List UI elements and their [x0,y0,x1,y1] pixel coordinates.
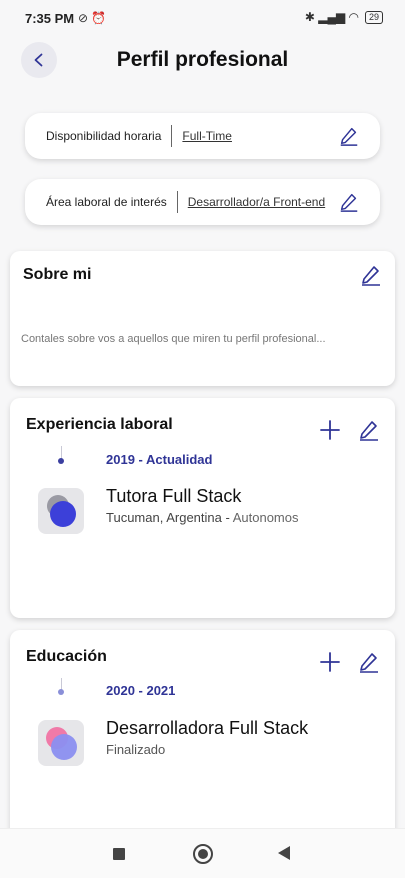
availability-value[interactable]: Full-Time [182,129,338,143]
education-period: 2020 - 2021 [106,683,176,698]
about-placeholder[interactable]: Contales sobre vos a aquellos que miren … [21,333,326,345]
timeline-dot [58,689,64,695]
experience-company: Autonomos [232,510,299,525]
pencil-icon[interactable] [338,125,360,147]
experience-separator: - [221,510,233,525]
page-title: Perfil profesional [116,48,289,71]
pencil-icon[interactable] [338,191,360,213]
status-bar: 7:35 PM ⊘ ⏰ ✱ ▂▄▆ ◠ 29 [0,0,405,36]
system-icons: ✱ ▂▄▆ ◠ 29 [305,10,383,24]
timeline-dot [58,458,64,464]
experience-location: Tucuman, Argentina [106,510,222,525]
school-logo-icon [46,727,77,760]
divider [176,191,178,213]
experience-role: Tutora Full Stack [106,486,242,506]
education-degree: Desarrolladora Full Stack [106,718,309,738]
experience-title: Experiencia laboral [26,416,173,433]
home-button[interactable] [193,844,213,864]
status-time: 7:35 PM [25,11,75,26]
work-area-value[interactable]: Desarrollador/a Front-end [188,195,338,209]
experience-card: Experiencia laboral 2019 - Actualidad Tu… [10,398,395,618]
company-logo-icon [47,495,76,527]
experience-period: 2019 - Actualidad [106,452,213,467]
education-card: Educación 2020 - 2021 Desarrolladora Ful… [10,630,395,860]
availability-row: Disponibilidad horaria Full-Time [25,113,380,159]
work-area-label: Área laboral de interés [46,195,167,209]
availability-label: Disponibilidad horaria [46,129,162,143]
education-status: Finalizado [106,742,166,757]
battery-icon: 29 [364,10,383,24]
company-logo [38,488,84,534]
notification-icons: ⊘ ⏰ [78,11,107,25]
plus-icon[interactable] [318,418,342,442]
system-nav-bar [0,828,405,878]
recent-apps-button[interactable] [113,848,125,860]
signal-wifi-icons: ✱ ▂▄▆ ◠ [304,10,359,24]
about-title: Sobre mi [23,266,92,283]
education-title: Educación [26,648,107,665]
pencil-icon[interactable] [357,650,381,674]
pencil-icon[interactable] [357,418,381,442]
pencil-icon[interactable] [359,263,383,287]
work-area-row: Área laboral de interés Desarrollador/a … [25,179,380,225]
divider [171,125,173,147]
experience-location-line: Tucuman, Argentina - Autonomos [106,510,298,525]
about-card: Sobre mi Contales sobre vos a aquellos q… [10,251,395,386]
system-back-button[interactable] [278,846,290,860]
school-logo [38,720,84,766]
plus-icon[interactable] [318,650,342,674]
